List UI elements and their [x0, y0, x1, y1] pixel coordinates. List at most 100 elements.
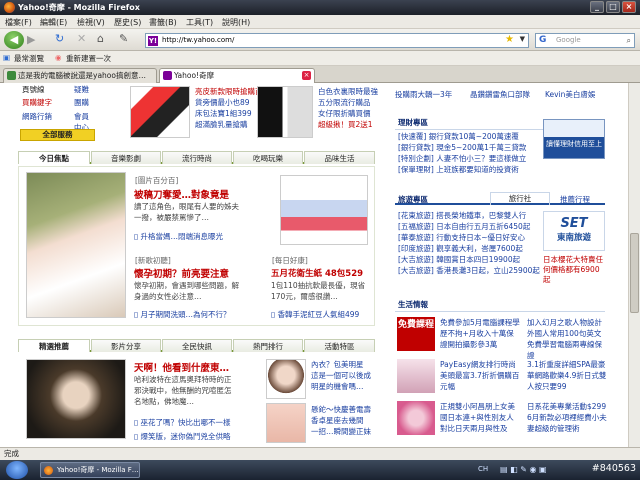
- tab-videos[interactable]: 影片分享: [91, 339, 161, 352]
- ad-line[interactable]: 女仔限折購買價: [318, 108, 378, 119]
- finance-ad[interactable]: 讀懂理財信用至上: [543, 119, 605, 159]
- start-button[interactable]: [6, 461, 28, 479]
- menu-file[interactable]: 檔案(F): [5, 17, 32, 28]
- top-right-link[interactable]: 投購雨大轎一3年: [395, 89, 452, 100]
- beauty-image[interactable]: [266, 403, 306, 443]
- life-link-1[interactable]: 免費參加5月電腦課程學歷不拘+月收入十萬保證開拍攝影參3萬: [440, 317, 520, 350]
- ad-line[interactable]: 貨旁價最小也89: [195, 97, 263, 108]
- finance-links[interactable]: [快速覆] 銀行貸款10萬~200萬速覆 [銀行貸款] 現金5~200萬1千萬三…: [398, 131, 526, 175]
- story4-lines2[interactable]: 懸鉈～快慶善電壽 香卓星座去幾間 一招…瞬間變正妹: [311, 404, 371, 437]
- story4-line[interactable]: 明星的機會嗎…: [311, 381, 371, 392]
- travel-link[interactable]: [印度旅遊] 觀享義大利，峇厘7600起: [398, 243, 540, 254]
- story2-link[interactable]: ▯ 月子期間洗頭…為何不行？: [134, 309, 231, 320]
- story3-link2[interactable]: ▯ 爆笑版，迷你偽鬥兇全供略: [134, 431, 231, 442]
- tab-ranking[interactable]: 熱門排行: [233, 339, 303, 352]
- story2-link-text[interactable]: 月子期間洗頭…為何不行？: [141, 310, 231, 319]
- bookmark-most-visited[interactable]: 最常瀏覽: [14, 53, 44, 64]
- travel-logo[interactable]: SET 東南旅遊: [543, 211, 605, 251]
- life-title[interactable]: 生活情報: [398, 299, 428, 310]
- travel-link[interactable]: [大吉旅遊] 香港長灘3日起，立山25900起: [398, 265, 540, 276]
- reload-icon[interactable]: ↻: [55, 32, 64, 46]
- tray-icons[interactable]: ▤ ◧ ✎ ◉ ▣: [500, 465, 547, 474]
- story3-headline[interactable]: 天啊！他看到什麼東…: [134, 360, 229, 374]
- link-groupbuy[interactable]: 團購: [74, 97, 89, 108]
- travel-links[interactable]: [花東旅遊] 搭長榮地鐵車，巴黎雙人行 [五福旅遊] 日本自由行五月五折6450…: [398, 210, 540, 276]
- product-headline[interactable]: 五月花衛生紙 48包529: [271, 267, 363, 279]
- menu-tools[interactable]: 工具(T): [186, 17, 213, 28]
- story4-line[interactable]: 一招…瞬間變正妹: [311, 426, 371, 437]
- stop-icon[interactable]: ✕: [77, 32, 86, 46]
- travel-link[interactable]: [華泰旅遊] 行動支持日本~優日好安心: [398, 232, 540, 243]
- travel-link[interactable]: [五福旅遊] 日本自由行五月五折6450起: [398, 221, 540, 232]
- menu-history[interactable]: 歷史(S): [114, 17, 141, 28]
- search-icon[interactable]: ⌕: [627, 36, 631, 46]
- payeasy-ad-image[interactable]: [397, 359, 435, 393]
- story4-lines[interactable]: 內衣？包美明星 這是一個可以後成 明星的機會嗎…: [311, 359, 371, 392]
- tab-food[interactable]: 吃喝玩樂: [233, 151, 303, 164]
- top-right-link[interactable]: 晶鑽鑽雷魚口部隊: [470, 89, 530, 100]
- minimize-button[interactable]: _: [590, 1, 604, 13]
- story1-headline[interactable]: 被稿刀奪愛…對象竟是: [134, 187, 229, 201]
- google-icon[interactable]: G: [539, 35, 546, 45]
- recommended-itinerary-tab[interactable]: 推薦行程: [560, 194, 590, 205]
- tab-news[interactable]: 全民快訊: [162, 339, 232, 352]
- tissue-product-image[interactable]: [280, 175, 368, 245]
- free-course-ad[interactable]: 免費課程: [397, 317, 435, 351]
- star-icon[interactable]: ★: [505, 34, 514, 45]
- link-faq[interactable]: 疑難: [74, 84, 89, 95]
- product-link[interactable]: ▯ 香韓手泥紅豆人氣組499: [271, 309, 359, 320]
- travel-agency-tab[interactable]: 旅行社: [490, 192, 550, 205]
- maximize-button[interactable]: □: [606, 1, 620, 13]
- life-link-4[interactable]: 加入幻月之歌人物設計外國人常用100句英文免費學習電腦兩專線保證: [527, 317, 607, 361]
- finance-title[interactable]: 理財專區: [398, 117, 428, 128]
- menu-edit[interactable]: 編輯(E): [40, 17, 67, 28]
- life-link-6[interactable]: 日系花美專業活動$299 6月新款必項裡經費小夫妻超級的管理術: [527, 401, 607, 434]
- finance-link[interactable]: [保單理財] 上班族都要知道的投資術: [398, 164, 526, 175]
- all-services-button[interactable]: 全部服務: [20, 129, 95, 141]
- story4-line[interactable]: 懸鉈～快慶善電壽: [311, 404, 371, 415]
- url-text[interactable]: http://tw.yahoo.com/: [162, 36, 234, 44]
- mama-ad-image[interactable]: [397, 401, 435, 435]
- life-link-3[interactable]: 正規雙小阿昌朋上女美國日本連+與性別友人對比日天兩月與性及: [440, 401, 520, 434]
- link-page[interactable]: 頁號線: [22, 84, 45, 95]
- url-dropdown-icon[interactable]: ▼: [520, 35, 525, 43]
- tab-today-focus[interactable]: 今日焦點: [18, 151, 90, 164]
- tab-events[interactable]: 活動特區: [304, 339, 375, 352]
- tab-close-icon[interactable]: ×: [302, 71, 311, 80]
- ad-line[interactable]: 白色衣裏限時最強: [318, 86, 378, 97]
- link-keywords[interactable]: 買購鍵字: [22, 97, 52, 108]
- close-button[interactable]: ×: [622, 1, 636, 13]
- tab-picks[interactable]: 精選推薦: [18, 339, 90, 352]
- life-link-5[interactable]: 3.1折重度詳細SPA最豪華網路歡樂4.9折日式雙人按只要99: [527, 359, 607, 392]
- menu-view[interactable]: 檢視(V): [77, 17, 105, 28]
- home-icon[interactable]: ⌂: [97, 32, 104, 46]
- travel-tab[interactable]: 旅遊專區: [398, 194, 428, 205]
- language-indicator[interactable]: CH: [478, 465, 488, 473]
- link-marketing[interactable]: 網路行銷: [22, 111, 52, 122]
- menu-bookmarks[interactable]: 書籤(B): [149, 17, 177, 28]
- story4-line[interactable]: 香卓星座去幾間: [311, 415, 371, 426]
- tab-lifestyle[interactable]: 品味生活: [304, 151, 375, 164]
- travel-link[interactable]: [大吉旅遊] 韓國賞日本四日19900起: [398, 254, 540, 265]
- phone-ad-text[interactable]: 白色衣裏限時最強 五分限流行購品 女仔限折購買價 超級揪！買2送1: [318, 86, 378, 130]
- life-link-2[interactable]: PayEasy網友排行時尚美頭最富3.7折折價購百元幅: [440, 359, 520, 392]
- story3-link1[interactable]: ▯ 巫花了嗎？快比出哪不一樣: [134, 417, 231, 428]
- story1-link[interactable]: ▯ 升格當媽…悶端消息曝光: [134, 231, 223, 242]
- handbag-ad-image[interactable]: [130, 86, 190, 138]
- menu-help[interactable]: 說明(H): [222, 17, 250, 28]
- scrollbar-thumb[interactable]: [630, 233, 639, 313]
- bookmark-rebuild[interactable]: 重新建置一次: [66, 53, 111, 64]
- finance-link[interactable]: [快速覆] 銀行貸款10萬~200萬速覆: [398, 131, 526, 142]
- phone-ad-image[interactable]: [257, 86, 313, 138]
- ad-line[interactable]: 亮皮新款限時搶購百: [195, 86, 263, 97]
- tab-music-drama[interactable]: 音樂影劇: [91, 151, 161, 164]
- tab-yahoo[interactable]: Yahoo!奇摩 ×: [159, 68, 315, 83]
- product-link-text[interactable]: 香韓手泥紅豆人氣組499: [278, 310, 360, 319]
- story4-line[interactable]: 內衣？包美明星: [311, 359, 371, 370]
- story3-link-text[interactable]: 巫花了嗎？快比出哪不一樣: [141, 418, 231, 427]
- taskbar-firefox-item[interactable]: Yahoo!奇摩 - Mozilla F…: [40, 462, 140, 478]
- ad-line[interactable]: 超滿臉乳量搶購: [195, 119, 263, 130]
- top-right-link[interactable]: Kevin美白膚娛: [545, 89, 595, 100]
- story3-link-text[interactable]: 爆笑版，迷你偽鬥兇全供略: [141, 432, 231, 441]
- story2-headline[interactable]: 懷孕初期？前亮要注意: [134, 266, 229, 280]
